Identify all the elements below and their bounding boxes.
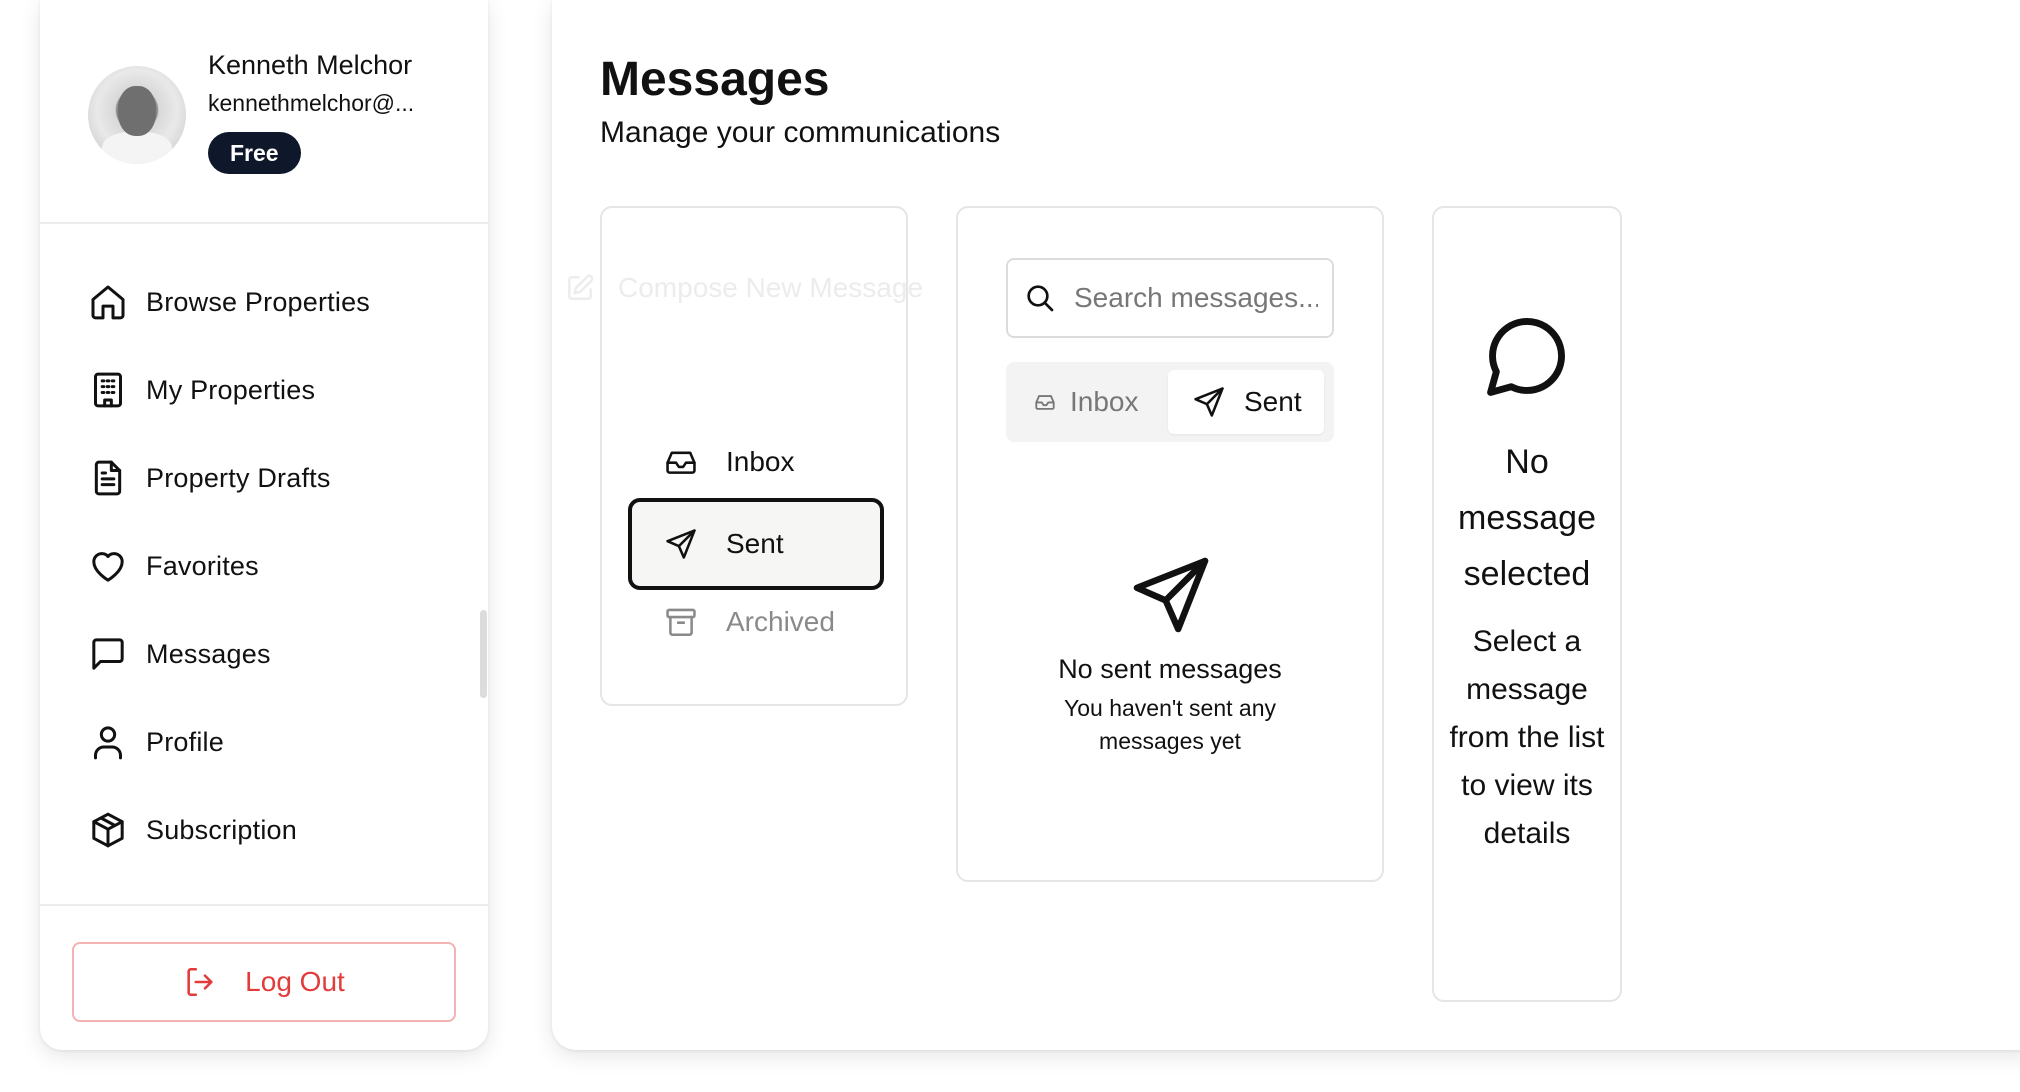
send-icon: [1133, 557, 1209, 633]
empty-state-title: No sent messages: [1058, 654, 1282, 684]
edit-icon: [568, 274, 594, 300]
building-icon: [94, 372, 122, 408]
sidebar-scrollbar[interactable]: [480, 610, 487, 698]
package-icon: [92, 812, 124, 848]
search-icon: [1027, 285, 1054, 312]
heart-icon: [92, 552, 124, 582]
sidebar-item-label: My Properties: [146, 374, 316, 405]
user-email: kennethmelchor@...: [208, 90, 415, 116]
tab-label: Sent: [1244, 386, 1302, 417]
inbox-icon: [666, 451, 696, 474]
message-tabs: Inbox Sent: [1006, 362, 1334, 442]
logout-section: Log Out: [40, 904, 488, 1050]
sidebar-item-label: Profile: [146, 726, 224, 757]
sidebar-nav: Browse Properties My Properties Property…: [40, 258, 488, 874]
avatar[interactable]: [88, 66, 186, 164]
send-icon: [666, 529, 696, 559]
sidebar-item-label: Subscription: [146, 814, 297, 845]
sidebar-item-profile[interactable]: Profile: [40, 698, 488, 786]
compose-button[interactable]: Compose New Message: [564, 272, 923, 304]
compose-label: Compose New Message: [618, 272, 924, 303]
detail-empty-title: No message selected: [1458, 443, 1596, 593]
folders-panel: Compose New Message Inbox Sent Archived: [568, 206, 923, 706]
sidebar-item-messages[interactable]: Messages: [40, 610, 488, 698]
tab-label: Inbox: [1070, 386, 1139, 417]
message-list-panel: Inbox Sent No sent messages You haven't …: [956, 206, 1384, 882]
detail-empty-description: Select a message from the list to view i…: [1449, 625, 1605, 850]
sidebar: Kenneth Melchor kennethmelchor@... Free …: [40, 0, 488, 1050]
home-icon: [91, 285, 125, 320]
page-subtitle: Manage your communications: [600, 116, 1001, 149]
main-content: Messages Manage your communications Comp…: [552, 0, 2020, 1050]
sidebar-item-property-drafts[interactable]: Property Drafts: [40, 434, 488, 522]
folder-label: Sent: [726, 528, 784, 559]
document-icon: [94, 460, 122, 496]
sidebar-item-label: Browse Properties: [146, 286, 370, 317]
archive-icon: [666, 608, 696, 637]
plan-badge: Free: [208, 132, 301, 174]
sidebar-item-browse-properties[interactable]: Browse Properties: [40, 258, 488, 346]
user-profile-card: Kenneth Melchor kennethmelchor@... Free: [40, 0, 488, 224]
sidebar-item-subscription[interactable]: Subscription: [40, 786, 488, 874]
message-square-icon: [92, 638, 124, 670]
folder-label: Inbox: [726, 446, 795, 477]
user-name: Kenneth Melchor: [208, 50, 413, 80]
logout-icon: [187, 967, 213, 997]
sidebar-item-my-properties[interactable]: My Properties: [40, 346, 488, 434]
tab-sent[interactable]: Sent: [1168, 370, 1324, 434]
logout-button[interactable]: Log Out: [72, 942, 456, 1022]
logout-label: Log Out: [245, 966, 345, 997]
sidebar-item-favorites[interactable]: Favorites: [40, 522, 488, 610]
folder-inbox[interactable]: Inbox: [628, 416, 884, 508]
search-input[interactable]: [1074, 282, 1318, 314]
tab-inbox[interactable]: Inbox: [1034, 370, 1139, 434]
search-box[interactable]: [1006, 258, 1334, 338]
inbox-icon: [1035, 395, 1055, 410]
sidebar-item-label: Favorites: [146, 550, 259, 581]
page-title: Messages: [600, 53, 830, 106]
user-icon: [94, 726, 122, 760]
folder-label: Archived: [726, 606, 835, 637]
empty-state-description: You haven't sent any messages yet: [1064, 695, 1276, 754]
sidebar-item-label: Messages: [146, 638, 271, 669]
sidebar-item-label: Property Drafts: [146, 462, 331, 493]
folder-archived[interactable]: Archived: [628, 576, 884, 668]
send-icon: [1194, 387, 1224, 417]
message-detail-panel: No message selected Select a message fro…: [1432, 206, 1622, 1002]
message-circle-icon: [1487, 318, 1565, 396]
